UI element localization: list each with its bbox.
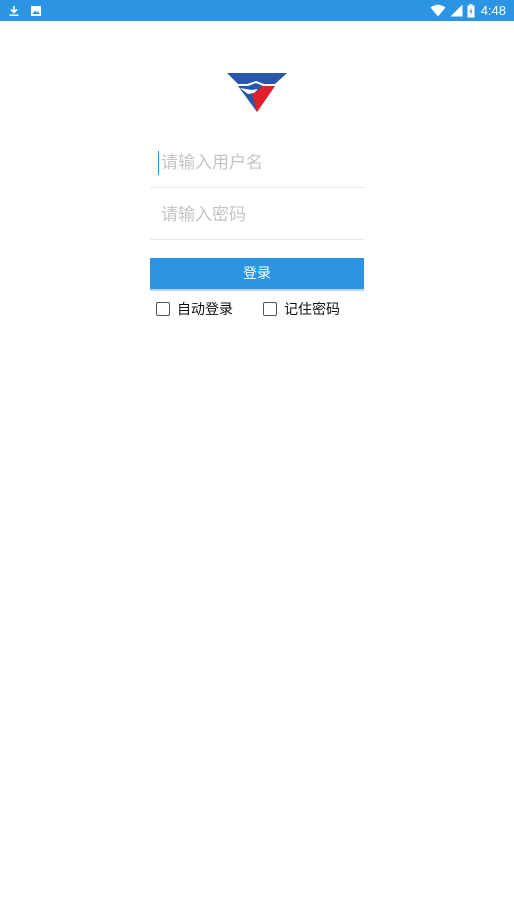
password-input[interactable] — [150, 190, 364, 239]
status-left-icons — [8, 3, 52, 18]
auto-login-option[interactable]: 自动登录 — [156, 300, 233, 318]
remember-password-checkbox[interactable] — [263, 302, 277, 316]
login-button[interactable]: 登录 — [150, 258, 364, 291]
username-field-container — [150, 138, 364, 188]
status-bar: 4:48 — [0, 0, 514, 21]
status-time: 4:48 — [480, 3, 506, 18]
remember-password-option[interactable]: 记住密码 — [263, 300, 340, 318]
download-icon — [9, 5, 19, 16]
image-icon — [31, 5, 41, 16]
auto-login-label: 自动登录 — [177, 302, 233, 318]
wifi-icon — [430, 4, 446, 17]
remember-password-label: 记住密码 — [284, 302, 340, 318]
signal-icon — [450, 4, 463, 17]
username-input[interactable] — [150, 138, 364, 187]
auto-login-checkbox[interactable] — [156, 302, 170, 316]
password-field-container — [150, 190, 364, 240]
text-caret — [158, 151, 159, 175]
brand-logo — [226, 73, 288, 112]
battery-icon — [467, 3, 475, 17]
status-right-icons: 4:48 — [430, 0, 506, 21]
